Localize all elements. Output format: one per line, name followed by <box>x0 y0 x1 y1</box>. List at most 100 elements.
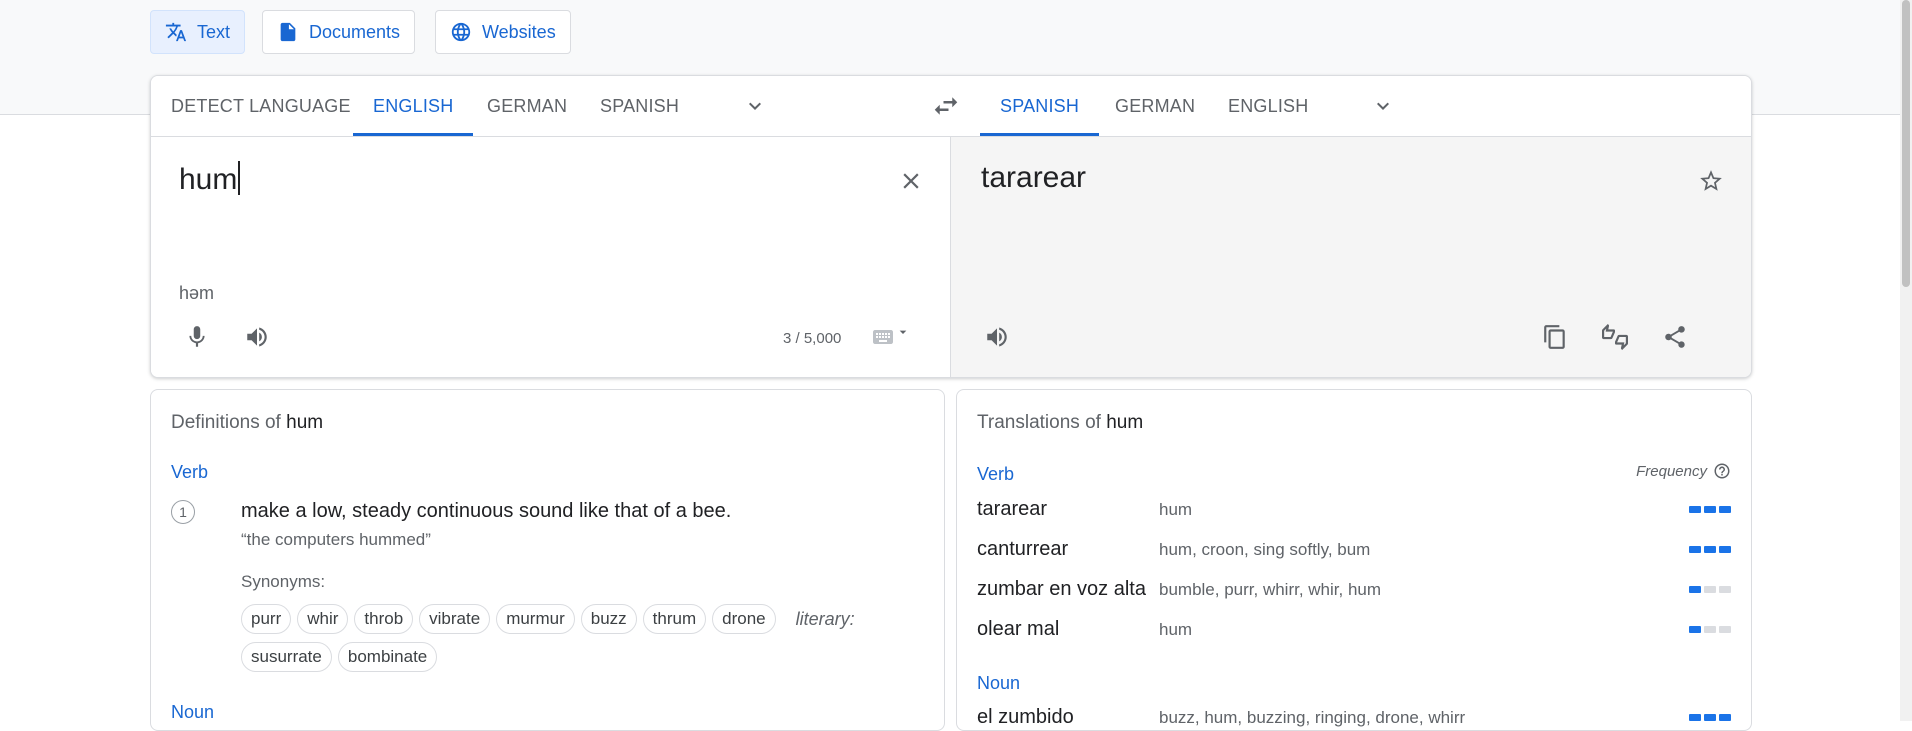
synonym-chip[interactable]: buzz <box>580 604 637 634</box>
definition-number: 1 <box>171 500 195 524</box>
target-more-languages-chevron-down-icon[interactable] <box>1371 94 1395 118</box>
synonym-chip[interactable]: vibrate <box>419 604 491 634</box>
definitions-pos-verb: Verb <box>171 462 209 482</box>
frequency-label-text: Frequency <box>1636 462 1707 480</box>
websites-mode-label: Websites <box>482 21 556 42</box>
translation-word[interactable]: el zumbido <box>977 706 1074 729</box>
phonetic-transcription: həm <box>179 283 215 303</box>
target-lang-english[interactable]: ENGLISH <box>1208 76 1328 136</box>
translations-card: Translations of hum Verb Frequency tarar… <box>956 389 1752 731</box>
translation-row: zumbar en voz alta bumble, purr, whirr, … <box>977 578 1731 608</box>
definitions-title-prefix: Definitions of <box>171 412 281 433</box>
source-pane: hum həm 3 / 5,000 <box>151 137 951 377</box>
share-translation-button[interactable] <box>1655 317 1695 357</box>
translation-back-synonyms: hum <box>1159 500 1193 519</box>
source-lang-detect[interactable]: DETECT LANGUAGE <box>151 76 371 136</box>
translation-back-synonyms: hum, croon, sing softly, bum <box>1159 540 1371 559</box>
synonym-chip[interactable]: murmur <box>496 604 575 634</box>
definitions-pos-noun: Noun <box>171 702 215 722</box>
keyboard-icon <box>873 330 893 344</box>
documents-mode-label: Documents <box>309 21 401 42</box>
synonym-chip[interactable]: thrum <box>642 604 707 634</box>
literary-synonym-chip[interactable]: bombinate <box>337 642 438 672</box>
frequency-bar <box>1689 546 1701 553</box>
synonym-chip[interactable]: throb <box>354 604 414 634</box>
frequency-bars <box>1689 546 1731 553</box>
translation-back-synonyms: buzz, hum, buzzing, ringing, drone, whir… <box>1159 708 1466 727</box>
synonyms-label: Synonyms: <box>241 572 326 591</box>
definitions-title: Definitions of hum <box>171 412 323 434</box>
frequency-bar <box>1689 586 1701 593</box>
translation-back-synonyms: hum <box>1159 620 1193 639</box>
text-mode-button[interactable]: Text <box>150 10 246 54</box>
translations-title-word: hum <box>1106 412 1144 433</box>
translation-output: tararear <box>981 161 1087 194</box>
synonym-chip[interactable]: purr <box>241 604 292 634</box>
frequency-bar <box>1689 626 1701 633</box>
frequency-bar <box>1704 714 1716 721</box>
share-icon <box>1665 326 1685 348</box>
translation-word[interactable]: zumbar en voz alta <box>977 578 1146 601</box>
rate-translation-button[interactable] <box>1595 317 1635 357</box>
frequency-bar <box>1719 586 1731 593</box>
speaker-icon <box>247 327 267 347</box>
documents-mode-button[interactable]: Documents <box>262 10 416 54</box>
translate-icon <box>165 22 187 42</box>
globe-icon <box>451 22 471 42</box>
listen-translation-button[interactable] <box>977 317 1017 357</box>
character-counter: 3 / 5,000 <box>783 330 842 347</box>
translation-row: tararear hum <box>977 498 1731 528</box>
speaker-icon <box>987 327 1007 347</box>
translation-row: olear mal hum <box>977 618 1731 648</box>
translation-row: el zumbido buzz, hum, buzzing, ringing, … <box>977 706 1731 730</box>
swap-languages-icon[interactable] <box>931 91 961 121</box>
voice-input-button[interactable] <box>177 317 217 357</box>
save-translation-button[interactable] <box>1691 161 1731 201</box>
listen-source-button[interactable] <box>237 317 277 357</box>
thumbs-up-down-icon <box>1602 324 1628 350</box>
synonym-chip[interactable]: whir <box>297 604 349 634</box>
translation-back-synonyms: bumble, purr, whirr, whir, hum <box>1159 580 1382 599</box>
literary-label: literary: <box>795 608 855 629</box>
copy-translation-button[interactable] <box>1535 317 1575 357</box>
page-scrollbar[interactable] <box>1900 0 1912 721</box>
source-lang-spanish[interactable]: SPANISH <box>580 76 699 136</box>
frequency-bars <box>1689 586 1731 593</box>
frequency-bar <box>1704 546 1716 553</box>
language-bar: DETECT LANGUAGE ENGLISH GERMAN SPANISH S… <box>151 76 1751 137</box>
definition-example: “the computers hummed” <box>241 530 431 549</box>
input-tools-button[interactable] <box>863 317 919 357</box>
clear-source-button[interactable] <box>891 161 931 201</box>
frequency-bars <box>1689 626 1731 633</box>
source-text-value: hum <box>179 163 238 196</box>
source-more-languages-chevron-down-icon[interactable] <box>743 94 767 118</box>
source-lang-german[interactable]: GERMAN <box>467 76 587 136</box>
frequency-bar <box>1719 714 1731 721</box>
websites-mode-button[interactable]: Websites <box>435 10 571 54</box>
synonym-chip[interactable]: drone <box>712 604 776 634</box>
copy-icon <box>1544 325 1565 349</box>
caret-down-icon <box>899 330 907 334</box>
translations-title-prefix: Translations of <box>977 412 1101 433</box>
frequency-bar <box>1689 714 1701 721</box>
target-pane: tararear <box>951 137 1751 377</box>
source-text-input[interactable]: hum <box>179 161 241 197</box>
translation-row: canturrear hum, croon, sing softly, bum <box>977 538 1731 568</box>
literary-synonym-chip[interactable]: susurrate <box>241 642 332 672</box>
target-lang-spanish[interactable]: SPANISH <box>980 76 1100 136</box>
translations-pos-verb: Verb <box>977 464 1015 484</box>
frequency-bar <box>1719 506 1731 513</box>
translation-word[interactable]: canturrear <box>977 538 1068 561</box>
frequency-bars <box>1689 714 1731 721</box>
target-lang-german[interactable]: GERMAN <box>1095 76 1215 136</box>
translation-word[interactable]: tararear <box>977 498 1047 521</box>
scrollbar-thumb[interactable] <box>1902 0 1910 287</box>
definitions-title-word: hum <box>286 412 324 433</box>
close-icon <box>903 173 919 189</box>
definitions-card: Definitions of hum Verb 1 make a low, st… <box>150 389 945 731</box>
help-icon[interactable] <box>1713 462 1731 480</box>
source-lang-english[interactable]: ENGLISH <box>353 76 474 136</box>
translation-panel: DETECT LANGUAGE ENGLISH GERMAN SPANISH S… <box>150 75 1752 378</box>
translation-word[interactable]: olear mal <box>977 618 1059 641</box>
frequency-label: Frequency <box>1636 462 1731 480</box>
